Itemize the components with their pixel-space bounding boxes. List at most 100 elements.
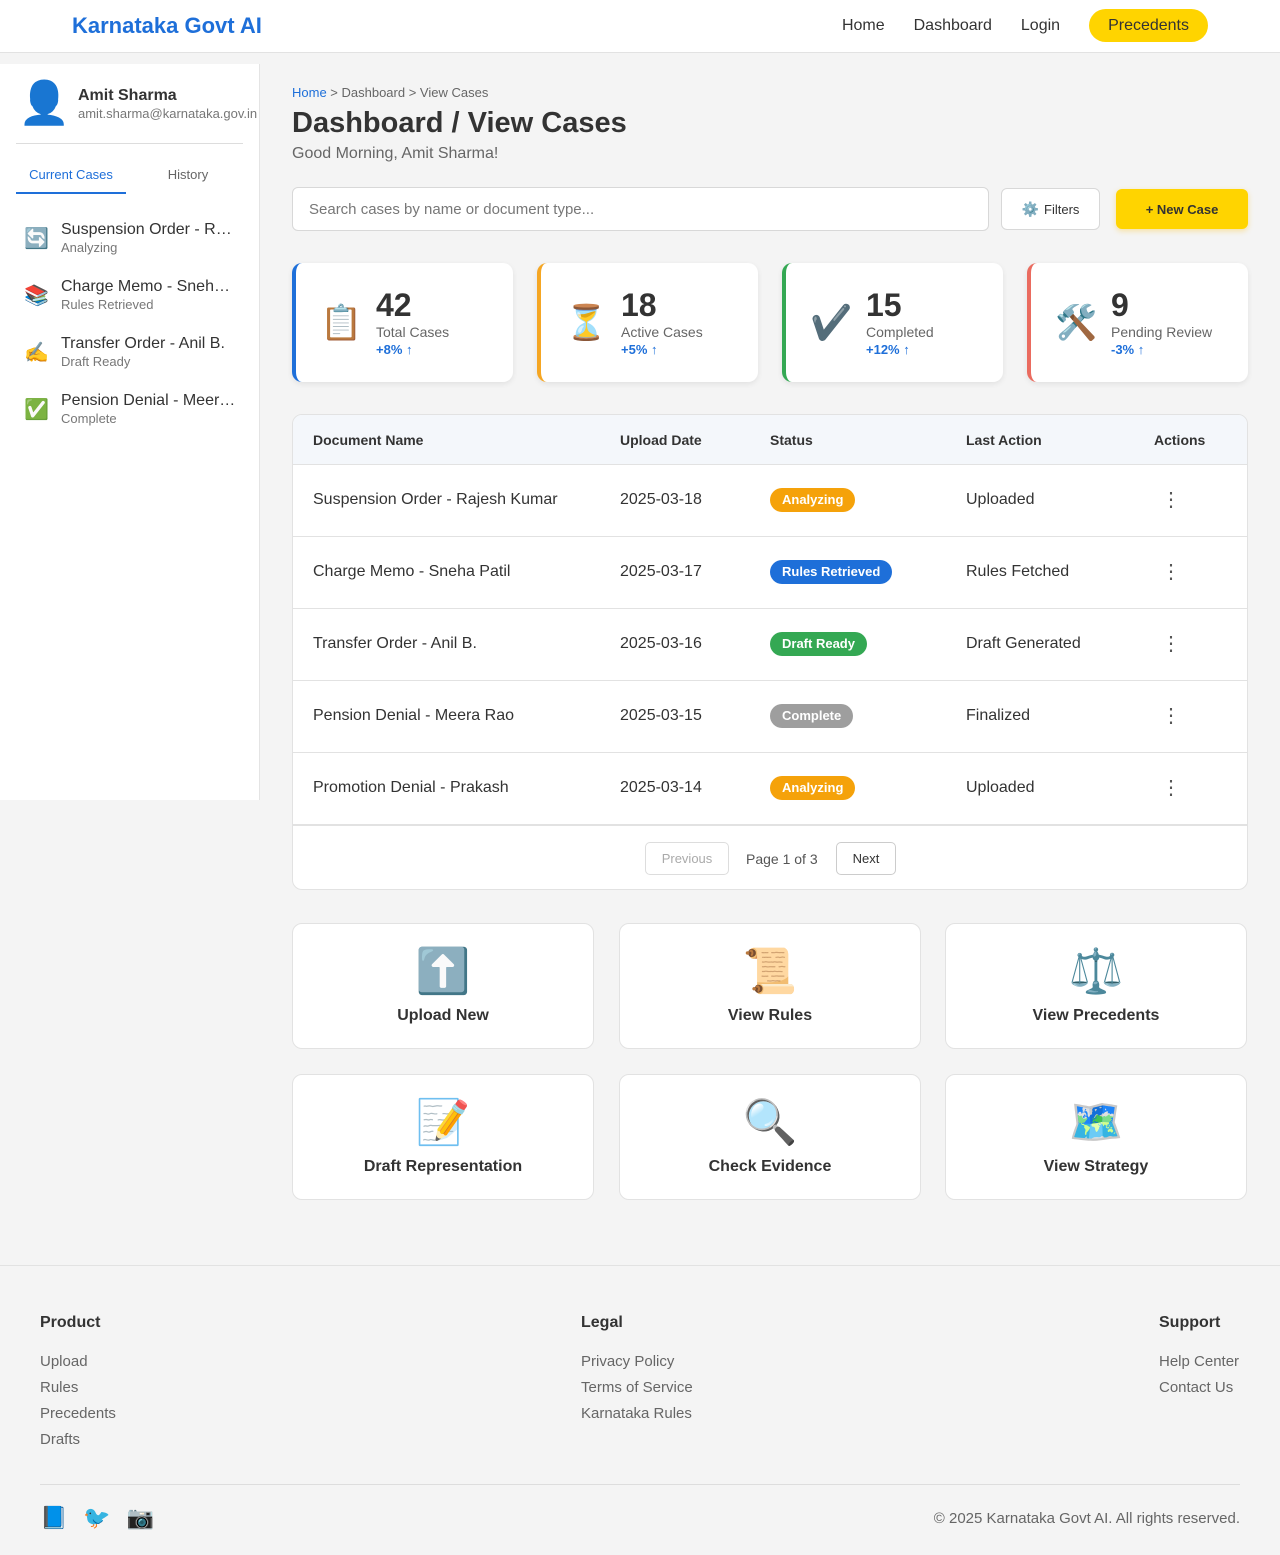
kebab-menu-icon[interactable]: ⋮ [1161, 487, 1181, 512]
new-case-button[interactable]: + New Case [1116, 189, 1248, 229]
sidebar-case-item[interactable]: 📚 Charge Memo - Sneha Patil Rules Retrie… [24, 275, 239, 332]
sidebar-case-list: 🔄 Suspension Order - Rajesh Kumar Analyz… [24, 218, 239, 446]
sidebar-case-item[interactable]: ✍️ Transfer Order - Anil B. Draft Ready [24, 332, 239, 389]
footer-link[interactable]: Privacy Policy [581, 1349, 693, 1375]
footer-heading: Support [1159, 1314, 1221, 1331]
cell-last-action: Uploaded [966, 779, 1035, 796]
stat-label: Total Cases [376, 324, 450, 340]
footer-heading: Product [40, 1314, 101, 1331]
upload-arrow-icon: ⬆️ [415, 947, 471, 996]
footer-link[interactable]: Help Center [1159, 1349, 1239, 1375]
check-mark-icon: ✅ [24, 399, 49, 421]
footer-link[interactable]: Upload [40, 1349, 116, 1375]
footer-link[interactable]: Contact Us [1159, 1375, 1239, 1401]
view-rules-tile[interactable]: 📜 View Rules [619, 923, 921, 1049]
cell-document-name: Charge Memo - Sneha Patil [313, 563, 511, 580]
kebab-menu-icon[interactable]: ⋮ [1161, 703, 1181, 728]
breadcrumb-home[interactable]: Home [292, 85, 327, 100]
status-badge: Rules Retrieved [770, 560, 893, 584]
footer-column-legal: Legal Privacy Policy Terms of Service Ka… [581, 1314, 693, 1427]
stat-value: 9 [1111, 287, 1129, 323]
footer-link[interactable]: Drafts [40, 1427, 116, 1453]
page-indicator: Page 1 of 3 [746, 851, 818, 867]
main-nav: Home Dashboard Login Precedents [813, 9, 1208, 42]
tile-label: Draft Representation [363, 1158, 523, 1175]
stat-trend: +5% ↑ [621, 342, 658, 357]
nav-home[interactable]: Home [842, 9, 885, 42]
memo-icon: 📝 [415, 1098, 471, 1147]
kebab-menu-icon[interactable]: ⋮ [1161, 775, 1181, 800]
tab-history[interactable]: History [133, 164, 243, 194]
upload-new-tile[interactable]: ⬆️ Upload New [292, 923, 594, 1049]
table-row[interactable]: Suspension Order - Rajesh Kumar 2025-03-… [293, 465, 1247, 537]
check-evidence-tile[interactable]: 🔍 Check Evidence [619, 1074, 921, 1200]
cell-upload-date: 2025-03-14 [620, 779, 702, 796]
tile-label: View Strategy [1043, 1158, 1149, 1175]
column-header-upload-date[interactable]: Upload Date [620, 432, 702, 448]
hourglass-icon: ⏳ [565, 304, 608, 342]
precedents-button[interactable]: Precedents [1089, 9, 1208, 42]
column-header-status[interactable]: Status [770, 432, 813, 448]
cell-document-name: Suspension Order - Rajesh Kumar [313, 491, 558, 508]
facebook-icon[interactable]: 📘 [40, 1505, 67, 1531]
scales-icon: ⚖️ [1068, 947, 1124, 996]
sidebar-case-title: Suspension Order - Rajesh Kumar [61, 221, 236, 238]
cell-last-action: Rules Fetched [966, 563, 1070, 580]
stat-trend: -3% ↑ [1111, 342, 1145, 357]
footer-link[interactable]: Karnataka Rules [581, 1401, 693, 1427]
stat-card-total: 📋 42 Total Cases +8% ↑ [292, 263, 513, 382]
sidebar: 👤 Amit Sharma amit.sharma@karnataka.gov.… [0, 64, 260, 800]
instagram-icon[interactable]: 📷 [127, 1505, 154, 1531]
sidebar-case-item[interactable]: 🔄 Suspension Order - Rajesh Kumar Analyz… [24, 218, 239, 275]
tab-current-cases[interactable]: Current Cases [16, 164, 126, 194]
sidebar-case-title: Transfer Order - Anil B. [61, 335, 225, 352]
top-navbar: Karnataka Govt AI Home Dashboard Login P… [0, 0, 1280, 53]
table-row[interactable]: Promotion Denial - Prakash 2025-03-14 An… [293, 753, 1247, 825]
stat-card-active: ⏳ 18 Active Cases +5% ↑ [537, 263, 758, 382]
table-row[interactable]: Charge Memo - Sneha Patil 2025-03-17 Rul… [293, 537, 1247, 609]
table-row[interactable]: Transfer Order - Anil B. 2025-03-16 Draf… [293, 609, 1247, 681]
nav-dashboard[interactable]: Dashboard [914, 9, 992, 42]
gear-icon: ⚙️ [1021, 200, 1040, 217]
magnifier-icon: 🔍 [742, 1098, 798, 1147]
filters-label: Filters [1044, 201, 1080, 217]
filters-button[interactable]: ⚙️ Filters [1001, 188, 1100, 230]
footer: Product Upload Rules Precedents Drafts L… [0, 1265, 1280, 1555]
copyright-text: © 2025 Karnataka Govt AI. All rights res… [933, 1510, 1240, 1527]
brand-logo[interactable]: Karnataka Govt AI [72, 13, 262, 39]
column-header-actions: Actions [1154, 432, 1206, 448]
column-header-last-action[interactable]: Last Action [966, 432, 1042, 448]
sidebar-case-title: Charge Memo - Sneha Patil [61, 278, 236, 295]
breadcrumb: Home > Dashboard > View Cases [292, 85, 488, 100]
footer-column-support: Support Help Center Contact Us [1159, 1314, 1239, 1401]
footer-link[interactable]: Precedents [40, 1401, 116, 1427]
view-precedents-tile[interactable]: ⚖️ View Precedents [945, 923, 1247, 1049]
cell-upload-date: 2025-03-17 [620, 563, 702, 580]
stat-card-pending: 🛠️ 9 Pending Review -3% ↑ [1027, 263, 1248, 382]
footer-link[interactable]: Terms of Service [581, 1375, 693, 1401]
footer-link[interactable]: Rules [40, 1375, 116, 1401]
sidebar-case-item[interactable]: ✅ Pension Denial - Meera Rao Complete [24, 389, 239, 446]
twitter-icon[interactable]: 🐦 [83, 1505, 110, 1531]
footer-heading: Legal [581, 1314, 623, 1331]
view-strategy-tile[interactable]: 🗺️ View Strategy [945, 1074, 1247, 1200]
next-page-button[interactable]: Next [836, 842, 896, 875]
user-profile: 👤 Amit Sharma amit.sharma@karnataka.gov.… [18, 80, 258, 130]
user-icon: 👤 [18, 79, 71, 126]
status-badge: Analyzing [770, 776, 856, 800]
search-input[interactable] [292, 187, 989, 231]
nav-login[interactable]: Login [1021, 9, 1060, 42]
cell-last-action: Uploaded [966, 491, 1035, 508]
previous-page-button[interactable]: Previous [645, 842, 729, 875]
status-badge: Draft Ready [770, 632, 867, 656]
stat-trend: +12% ↑ [866, 342, 910, 357]
greeting-text: Good Morning, Amit Sharma! [292, 145, 499, 162]
sidebar-case-status: Analyzing [61, 240, 118, 255]
draft-representation-tile[interactable]: 📝 Draft Representation [292, 1074, 594, 1200]
table-row[interactable]: Pension Denial - Meera Rao 2025-03-15 Co… [293, 681, 1247, 753]
kebab-menu-icon[interactable]: ⋮ [1161, 559, 1181, 584]
footer-divider [40, 1484, 1240, 1485]
kebab-menu-icon[interactable]: ⋮ [1161, 631, 1181, 656]
stat-trend: +8% ↑ [376, 342, 413, 357]
column-header-document-name[interactable]: Document Name [313, 432, 423, 448]
